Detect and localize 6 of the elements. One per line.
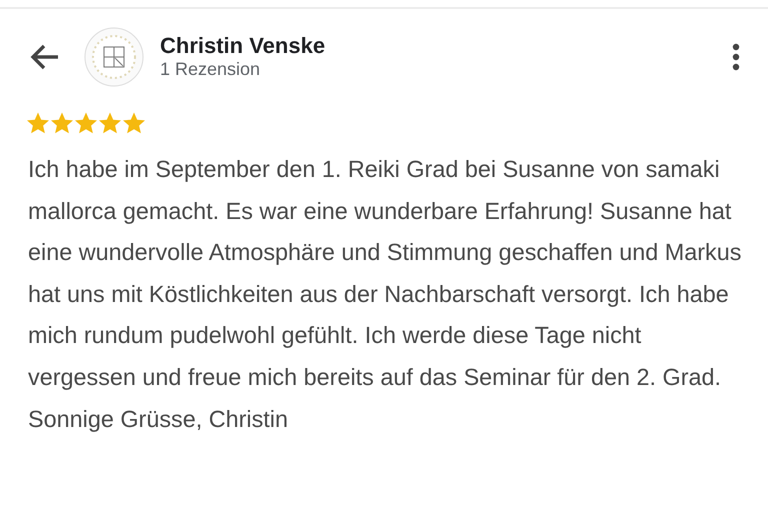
review-text: Ich habe im September den 1. Reiki Grad bei Susanne von samaki mallorca gemacht. Es war eine wunderbare Erfahrung! Susanne hat eine wundervolle Atmosphäre und Stimmung geschaffen und Markus hat uns mit Köstlichkeiten aus der Nachbarschaft versorgt. Ich habe mich rundum pudelwohl gefühlt. Ich werde diese Tage nicht vergessen und freue mich bereits auf das Seminar für den 2. Grad. Sonnige Grüsse, Christin — [28, 155, 742, 434]
reviewer-name: Christin Venske — [160, 33, 326, 60]
back-button[interactable] — [30, 44, 60, 70]
review-count: 1 Rezension — [160, 59, 262, 81]
more-options-button[interactable] — [732, 43, 740, 71]
avatar-logo — [84, 27, 144, 87]
